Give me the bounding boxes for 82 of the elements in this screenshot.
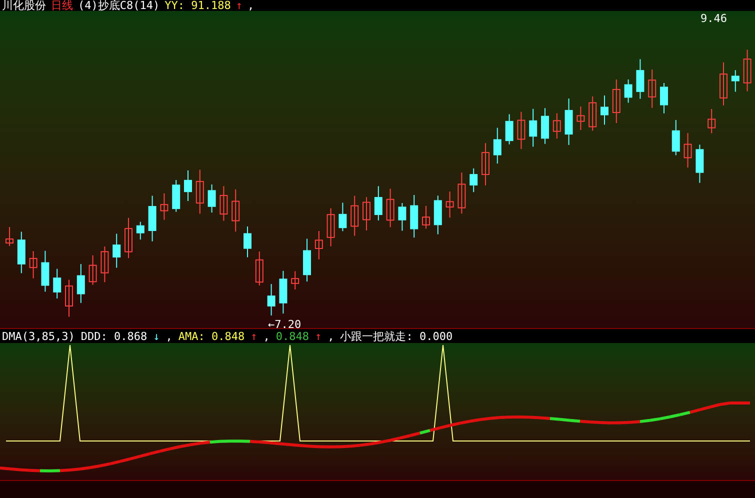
header-text: (4)抄底C8(14)	[78, 0, 160, 11]
candle-icon	[422, 205, 430, 230]
candle-icon	[267, 284, 276, 316]
header-text: ↑	[250, 330, 258, 342]
candle-icon	[446, 191, 454, 218]
candle-icon	[470, 168, 478, 193]
candle-icon	[29, 250, 38, 279]
candle-icon	[255, 251, 264, 286]
candle-icon	[386, 188, 394, 228]
candle-icon	[279, 270, 288, 314]
candle-icon	[458, 172, 466, 214]
header-text: DDD: 0.868	[80, 330, 148, 342]
header-text: ,	[263, 330, 270, 342]
candle-icon	[65, 279, 73, 318]
candle-icon	[362, 196, 370, 231]
candle-icon	[672, 120, 680, 156]
header-text: AMA: 0.848	[178, 330, 245, 342]
candle-icon	[374, 186, 382, 221]
candle-icon	[505, 114, 514, 145]
candle-icon	[112, 233, 121, 268]
candle-icon	[291, 270, 300, 290]
candle-icon	[41, 250, 50, 292]
candle-icon	[517, 111, 526, 150]
candle-icon	[326, 208, 335, 247]
price-label: ←7.20	[268, 319, 302, 330]
candle-icon	[160, 192, 168, 220]
candle-icon	[600, 95, 608, 126]
candle-icon	[17, 231, 26, 274]
header-text: DMA(3,85,3)	[2, 330, 75, 342]
candle-icon	[482, 142, 490, 186]
candle-icon	[196, 169, 204, 214]
candle-icon	[172, 180, 180, 212]
candle-icon	[743, 49, 752, 92]
candle-icon	[552, 112, 561, 140]
candle-icon	[100, 246, 109, 283]
header-text: ,	[166, 330, 172, 342]
candle-icon	[636, 58, 644, 100]
price-label: 9.46	[700, 13, 727, 24]
header-text: ↑	[314, 330, 322, 342]
candle-icon	[124, 217, 132, 259]
header-text: ,	[247, 0, 254, 11]
candle-icon	[148, 195, 156, 242]
candle-icon	[184, 170, 192, 202]
header-text: ↑	[236, 0, 242, 11]
candle-icon	[720, 62, 728, 106]
candle-icon	[220, 186, 228, 222]
candle-icon	[208, 184, 216, 214]
header-text: 小跟一把就走: 0.000	[340, 330, 453, 342]
candle-icon	[410, 194, 418, 238]
candle-icon	[6, 226, 14, 246]
candle-icon	[696, 144, 704, 184]
candle-icon	[588, 96, 597, 132]
candle-icon	[303, 238, 311, 282]
candle-icon	[624, 78, 632, 104]
candle-icon	[434, 195, 442, 235]
header-text: ↓	[153, 330, 160, 342]
candle-icon	[708, 108, 716, 134]
header-text: 川化股份	[2, 0, 46, 11]
candle-icon	[76, 264, 85, 304]
candle-icon	[576, 106, 585, 130]
header-text: ,	[328, 330, 334, 342]
candle-icon	[398, 202, 406, 232]
candle-icon	[338, 202, 347, 232]
header-text: 日线	[51, 0, 73, 11]
candle-icon	[648, 68, 656, 108]
candle-icon	[314, 230, 323, 260]
candle-icon	[232, 188, 240, 232]
candle-icon	[684, 132, 692, 168]
candle-icon	[88, 254, 97, 286]
candle-icon	[541, 108, 549, 144]
header-text: YY: 91.188	[164, 0, 231, 11]
candle-icon	[136, 221, 144, 240]
candle-icon	[612, 79, 620, 124]
header-text: 0.848	[276, 330, 309, 342]
candle-icon	[53, 268, 62, 299]
candle-icon	[529, 108, 538, 148]
candle-icon	[244, 226, 252, 258]
candle-icon	[350, 195, 359, 236]
candle-icon	[731, 70, 740, 92]
candle-icon	[660, 82, 668, 114]
candle-icon	[564, 98, 573, 146]
candle-icon	[493, 127, 502, 164]
